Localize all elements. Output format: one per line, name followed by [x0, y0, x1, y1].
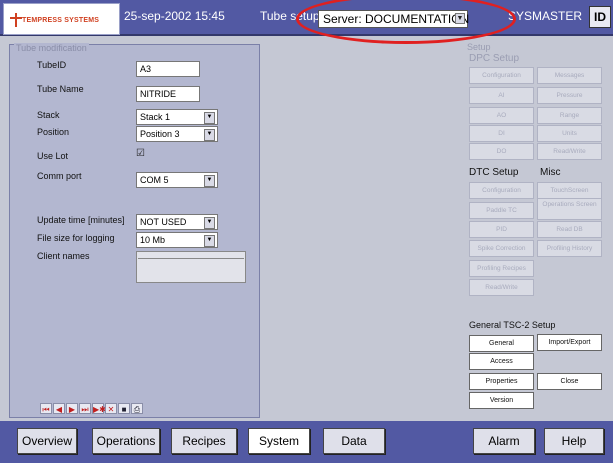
- datetime-display: 25-sep-2002 15:45: [124, 9, 225, 23]
- dpc-range-button[interactable]: Range: [537, 107, 602, 124]
- chevron-down-icon[interactable]: ▼: [204, 129, 215, 141]
- version-button[interactable]: Version: [469, 392, 534, 409]
- dtc-configuration-button[interactable]: Configuration: [469, 182, 534, 199]
- position-label: Position: [37, 127, 70, 137]
- misc-profiling-history-button[interactable]: Profiling History: [537, 240, 602, 257]
- tubeid-label: TubeID: [37, 60, 67, 70]
- setup-legend: Setup: [467, 42, 491, 52]
- highlight-ellipse: [296, 0, 516, 44]
- stack-select[interactable]: Stack 1 ▼: [136, 109, 218, 125]
- tab-alarm[interactable]: Alarm: [473, 428, 535, 454]
- commport-select[interactable]: COM 5 ▼: [136, 172, 218, 188]
- misc-operations-screen-button[interactable]: Operations Screen: [537, 198, 602, 220]
- chevron-down-icon[interactable]: ▼: [204, 175, 215, 187]
- properties-button[interactable]: Properties: [469, 373, 534, 390]
- dtc-pid-button[interactable]: PID: [469, 221, 534, 238]
- close-button[interactable]: Close: [537, 373, 602, 390]
- next-icon[interactable]: ▶: [66, 403, 78, 414]
- print-icon[interactable]: ⎙: [131, 403, 143, 414]
- position-value: Position 3: [140, 129, 180, 139]
- misc-read-db-button[interactable]: Read DB: [537, 221, 602, 238]
- company-logo: TEMPRESS SYSTEMS: [3, 3, 120, 35]
- user-name: SYSMASTER: [508, 9, 583, 23]
- chevron-down-icon[interactable]: ▼: [204, 112, 215, 124]
- position-select[interactable]: Position 3 ▼: [136, 126, 218, 142]
- tab-operations[interactable]: Operations: [92, 428, 160, 454]
- chevron-down-icon[interactable]: ▼: [204, 217, 215, 229]
- tubename-field[interactable]: NITRIDE: [136, 86, 200, 102]
- stack-label: Stack: [37, 110, 60, 120]
- id-button[interactable]: ID: [589, 6, 611, 28]
- commport-label: Comm port: [37, 171, 82, 181]
- tube-modification-panel: [9, 44, 260, 418]
- filesize-label: File size for logging: [37, 233, 115, 243]
- dpc-readwrite-button[interactable]: Read/Write: [537, 143, 602, 160]
- dtc-paddle-tc-button[interactable]: Paddle TC: [469, 202, 534, 219]
- dpc-configuration-button[interactable]: Configuration: [469, 67, 534, 84]
- dtc-readwrite-button[interactable]: Read/Write: [469, 279, 534, 296]
- uselot-checkbox[interactable]: ☑: [136, 148, 145, 159]
- new-record-icon[interactable]: ▶✱: [92, 403, 106, 414]
- dpc-messages-button[interactable]: Messages: [537, 67, 602, 84]
- update-time-value: NOT USED: [140, 217, 187, 227]
- update-time-label: Update time [minutes]: [37, 215, 125, 225]
- dtc-spike-correction-button[interactable]: Spike Correction: [469, 240, 534, 257]
- dtc-setup-title: DTC Setup: [469, 167, 519, 178]
- uselot-label: Use Lot: [37, 151, 69, 161]
- tab-help[interactable]: Help: [544, 428, 604, 454]
- filesize-value: 10 Mb: [140, 235, 166, 245]
- filesize-select[interactable]: 10 Mb ▼: [136, 232, 218, 248]
- tubename-label: Tube Name: [37, 84, 84, 94]
- clientnames-list[interactable]: [136, 251, 246, 283]
- tab-overview[interactable]: Overview: [17, 428, 77, 454]
- tab-data[interactable]: Data: [323, 428, 385, 454]
- chevron-down-icon[interactable]: ▼: [204, 235, 215, 247]
- dpc-ao-button[interactable]: AO: [469, 107, 534, 124]
- last-icon[interactable]: ⏭: [79, 403, 91, 414]
- delete-icon[interactable]: ✕: [105, 403, 117, 414]
- tube-modification-legend: Tube modification: [14, 43, 89, 53]
- tab-recipes[interactable]: Recipes: [171, 428, 237, 454]
- list-divider: [138, 258, 244, 259]
- dpc-ai-button[interactable]: AI: [469, 87, 534, 104]
- general-setup-title: General TSC-2 Setup: [469, 320, 556, 330]
- first-icon[interactable]: ⏮: [40, 403, 52, 414]
- stack-value: Stack 1: [140, 112, 171, 122]
- dpc-units-button[interactable]: Units: [537, 125, 602, 142]
- access-button[interactable]: Access: [469, 353, 534, 370]
- commport-value: COM 5: [140, 175, 169, 185]
- tubeid-field[interactable]: A3: [136, 61, 200, 77]
- dpc-setup-title: DPC Setup: [469, 53, 520, 64]
- tab-system[interactable]: System: [248, 428, 310, 454]
- dtc-profiling-recipes-button[interactable]: Profiling Recipes: [469, 260, 534, 277]
- dpc-do-button[interactable]: DO: [469, 143, 534, 160]
- import-export-button[interactable]: Import/Export: [537, 334, 602, 351]
- content-area: [264, 44, 462, 418]
- dpc-pressure-button[interactable]: Pressure: [537, 87, 602, 104]
- save-icon[interactable]: ■: [118, 403, 130, 414]
- misc-title: Misc: [540, 167, 561, 178]
- general-button[interactable]: General: [469, 335, 534, 352]
- dpc-di-button[interactable]: DI: [469, 125, 534, 142]
- logo-text: TEMPRESS SYSTEMS: [22, 17, 100, 24]
- prev-icon[interactable]: ◀: [53, 403, 65, 414]
- misc-touchscreen-button[interactable]: TouchScreen: [537, 182, 602, 199]
- clientnames-label: Client names: [37, 251, 90, 261]
- logo-cross-icon: [10, 13, 22, 27]
- update-time-select[interactable]: NOT USED ▼: [136, 214, 218, 230]
